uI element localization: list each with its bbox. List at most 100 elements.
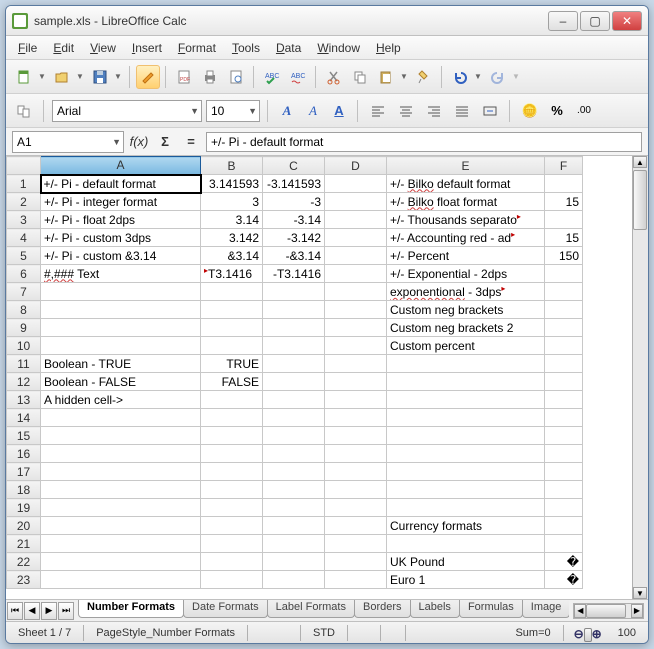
last-sheet-button[interactable]: ⏭ bbox=[58, 602, 74, 620]
row-header-18[interactable]: 18 bbox=[7, 481, 41, 499]
cell-A18[interactable] bbox=[41, 481, 201, 499]
cell-A16[interactable] bbox=[41, 445, 201, 463]
row-header-17[interactable]: 17 bbox=[7, 463, 41, 481]
spellcheck-icon[interactable]: ABC bbox=[260, 65, 284, 89]
add-decimal-icon[interactable]: .00 bbox=[572, 99, 596, 123]
cell-D11[interactable] bbox=[325, 355, 387, 373]
row-header-6[interactable]: 6 bbox=[7, 265, 41, 283]
cell-E3[interactable]: +/- Thousands separato▸ bbox=[387, 211, 545, 229]
cell-B16[interactable] bbox=[201, 445, 263, 463]
cell-C18[interactable] bbox=[263, 481, 325, 499]
cell-F3[interactable] bbox=[545, 211, 583, 229]
print-icon[interactable] bbox=[198, 65, 222, 89]
row-header-10[interactable]: 10 bbox=[7, 337, 41, 355]
cell-D8[interactable] bbox=[325, 301, 387, 319]
cell-F13[interactable] bbox=[545, 391, 583, 409]
cell-B6[interactable]: ▸T3.1416 bbox=[201, 265, 263, 283]
cell-C7[interactable] bbox=[263, 283, 325, 301]
cell-B15[interactable] bbox=[201, 427, 263, 445]
cell-D10[interactable] bbox=[325, 337, 387, 355]
row-header-8[interactable]: 8 bbox=[7, 301, 41, 319]
redo-icon[interactable] bbox=[486, 65, 510, 89]
column-header-E[interactable]: E bbox=[387, 157, 545, 175]
cell-C15[interactable] bbox=[263, 427, 325, 445]
cell-F9[interactable] bbox=[545, 319, 583, 337]
scroll-down-icon[interactable]: ▼ bbox=[633, 587, 647, 599]
cell-E4[interactable]: +/- Accounting red - ad▸ bbox=[387, 229, 545, 247]
name-box[interactable]: A1▼ bbox=[12, 131, 124, 153]
cell-D19[interactable] bbox=[325, 499, 387, 517]
row-header-15[interactable]: 15 bbox=[7, 427, 41, 445]
cell-B13[interactable] bbox=[201, 391, 263, 409]
column-header-C[interactable]: C bbox=[263, 157, 325, 175]
currency-icon[interactable]: 🪙 bbox=[518, 99, 542, 123]
cell-F17[interactable] bbox=[545, 463, 583, 481]
cell-A4[interactable]: +/- Pi - custom 3dps bbox=[41, 229, 201, 247]
cell-B1[interactable]: 3.141593 bbox=[201, 175, 263, 193]
dropdown-icon[interactable]: ▼ bbox=[400, 72, 410, 81]
align-left-icon[interactable] bbox=[366, 99, 390, 123]
cell-E22[interactable]: UK Pound bbox=[387, 553, 545, 571]
cell-C14[interactable] bbox=[263, 409, 325, 427]
cell-D20[interactable] bbox=[325, 517, 387, 535]
cell-C6[interactable]: -T3.1416 bbox=[263, 265, 325, 283]
open-icon[interactable] bbox=[50, 65, 74, 89]
cell-F12[interactable] bbox=[545, 373, 583, 391]
cell-E20[interactable]: Currency formats bbox=[387, 517, 545, 535]
cell-F20[interactable] bbox=[545, 517, 583, 535]
row-header-16[interactable]: 16 bbox=[7, 445, 41, 463]
cell-F5[interactable]: 150 bbox=[545, 247, 583, 265]
cell-B4[interactable]: 3.142 bbox=[201, 229, 263, 247]
maximize-button[interactable]: ▢ bbox=[580, 11, 610, 31]
scroll-left-icon[interactable]: ◀ bbox=[574, 604, 586, 618]
cell-B19[interactable] bbox=[201, 499, 263, 517]
zoom-percent[interactable]: 100 bbox=[612, 627, 642, 639]
cell-A3[interactable]: +/- Pi - float 2dps bbox=[41, 211, 201, 229]
format-paintbrush-icon[interactable] bbox=[412, 65, 436, 89]
row-header-3[interactable]: 3 bbox=[7, 211, 41, 229]
scrollbar-thumb[interactable] bbox=[586, 604, 626, 618]
new-doc-icon[interactable] bbox=[12, 65, 36, 89]
cell-D9[interactable] bbox=[325, 319, 387, 337]
cell-C4[interactable]: -3.142 bbox=[263, 229, 325, 247]
row-header-14[interactable]: 14 bbox=[7, 409, 41, 427]
page-style[interactable]: PageStyle_Number Formats bbox=[90, 627, 241, 639]
sum-display[interactable]: Sum=0 bbox=[412, 627, 557, 639]
font-size-combo[interactable]: 10▼ bbox=[206, 100, 260, 122]
menu-tools[interactable]: Tools bbox=[226, 39, 266, 57]
column-header-A[interactable]: A bbox=[41, 157, 201, 175]
cells-table[interactable]: ABCDEF 1+/- Pi - default format3.141593-… bbox=[6, 156, 583, 589]
cell-F22[interactable]: � bbox=[545, 553, 583, 571]
export-pdf-icon[interactable]: PDF bbox=[172, 65, 196, 89]
cell-A21[interactable] bbox=[41, 535, 201, 553]
cell-E16[interactable] bbox=[387, 445, 545, 463]
menu-window[interactable]: Window bbox=[311, 39, 366, 57]
menu-view[interactable]: View bbox=[84, 39, 122, 57]
percent-icon[interactable]: % bbox=[546, 100, 568, 122]
cell-D1[interactable] bbox=[325, 175, 387, 193]
cell-D23[interactable] bbox=[325, 571, 387, 589]
cell-F16[interactable] bbox=[545, 445, 583, 463]
row-header-22[interactable]: 22 bbox=[7, 553, 41, 571]
cell-D13[interactable] bbox=[325, 391, 387, 409]
cell-E23[interactable]: Euro 1 bbox=[387, 571, 545, 589]
cell-B20[interactable] bbox=[201, 517, 263, 535]
function-equals-icon[interactable]: = bbox=[180, 131, 202, 153]
copy-icon[interactable] bbox=[348, 65, 372, 89]
cell-E8[interactable]: Custom neg brackets bbox=[387, 301, 545, 319]
align-center-icon[interactable] bbox=[394, 99, 418, 123]
next-sheet-button[interactable]: ▶ bbox=[41, 602, 57, 620]
cell-D12[interactable] bbox=[325, 373, 387, 391]
menu-format[interactable]: Format bbox=[172, 39, 222, 57]
column-header-B[interactable]: B bbox=[201, 157, 263, 175]
cell-C3[interactable]: -3.14 bbox=[263, 211, 325, 229]
cell-E12[interactable] bbox=[387, 373, 545, 391]
cell-C16[interactable] bbox=[263, 445, 325, 463]
row-header-11[interactable]: 11 bbox=[7, 355, 41, 373]
cell-D2[interactable] bbox=[325, 193, 387, 211]
bold-button[interactable]: A bbox=[276, 100, 298, 122]
cell-B7[interactable] bbox=[201, 283, 263, 301]
cell-F7[interactable] bbox=[545, 283, 583, 301]
cell-E13[interactable] bbox=[387, 391, 545, 409]
dropdown-icon[interactable]: ▼ bbox=[76, 72, 86, 81]
